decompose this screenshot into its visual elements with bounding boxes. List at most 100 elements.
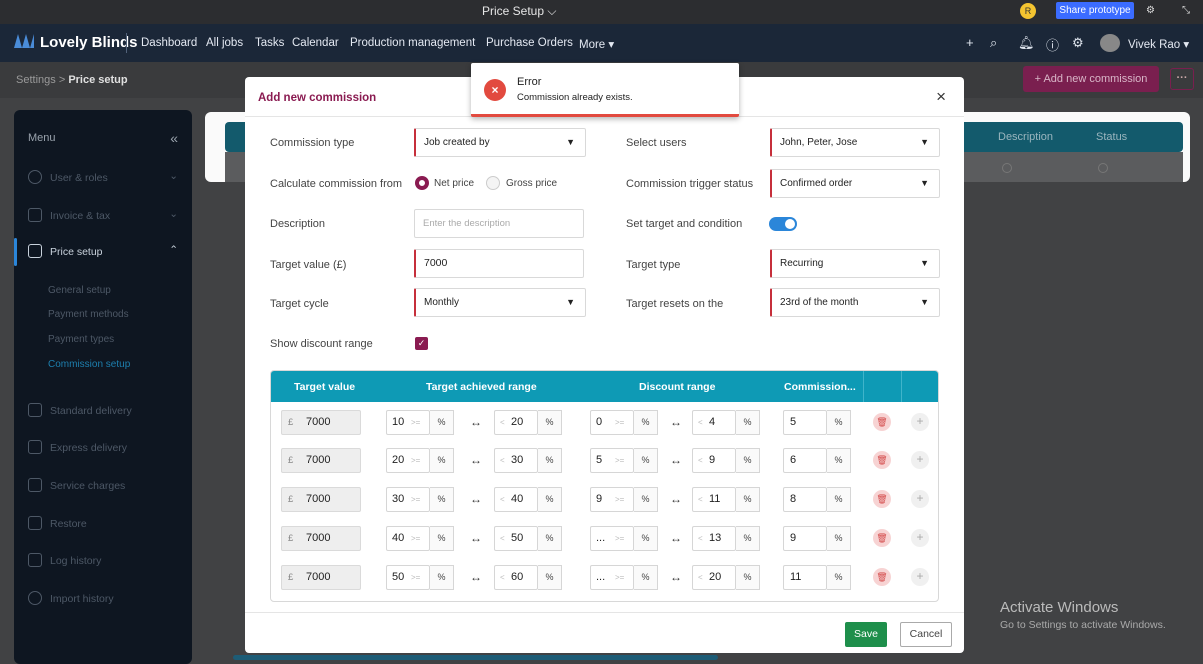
target-value-input[interactable]: 7000	[414, 249, 584, 278]
discount-from-input[interactable]: 5 >=	[590, 448, 634, 473]
search-icon[interactable]: ⌕	[990, 35, 997, 51]
gross-price-label[interactable]: Gross price	[506, 178, 557, 189]
share-prototype-button[interactable]: Share prototype	[1056, 2, 1134, 19]
achieved-from-input[interactable]: 20 >=	[386, 448, 430, 473]
discount-from-input[interactable]: 0 >=	[590, 410, 634, 435]
sidebar-item-user-roles[interactable]: User & roles ⌄	[14, 160, 192, 196]
add-new-commission-button[interactable]: + Add new commission	[1023, 66, 1159, 92]
add-row-icon[interactable]: +	[911, 413, 929, 431]
achieved-to-input[interactable]: <50	[494, 526, 538, 551]
discount-to-input[interactable]: <11	[692, 487, 736, 512]
trash-icon[interactable]: 🗑︎	[873, 568, 891, 586]
more-options-button[interactable]: ···	[1170, 68, 1194, 90]
discount-to-input[interactable]: <4	[692, 410, 736, 435]
discount-from-input[interactable]: 9 >=	[590, 487, 634, 512]
prototype-title[interactable]: Price Setup ⌵	[482, 4, 556, 19]
plus-icon[interactable]: +	[966, 35, 974, 50]
commission-input[interactable]: 8	[783, 487, 827, 512]
achieved-from-input[interactable]: 40 >=	[386, 526, 430, 551]
commission-input[interactable]: 6	[783, 448, 827, 473]
sidebar-sub-general-setup[interactable]: General setup	[48, 285, 111, 296]
sidebar-item-log-history[interactable]: Log history	[14, 543, 192, 579]
discount-to-input[interactable]: <13	[692, 526, 736, 551]
commission-input[interactable]: 9	[783, 526, 827, 551]
commission-input[interactable]: 11	[783, 565, 827, 590]
collapse-sidebar-icon[interactable]: «	[170, 130, 178, 146]
user-avatar[interactable]	[1100, 34, 1120, 52]
achieved-from-input[interactable]: 30 >=	[386, 487, 430, 512]
target-value-cell[interactable]: £7000	[281, 565, 361, 590]
achieved-to-input[interactable]: <20	[494, 410, 538, 435]
achieved-to-input[interactable]: <40	[494, 487, 538, 512]
achieved-from-input[interactable]: 10 >=	[386, 410, 430, 435]
add-row-icon[interactable]: +	[911, 568, 929, 586]
nav-tasks[interactable]: Tasks	[255, 37, 284, 49]
search-icon[interactable]	[1002, 163, 1012, 173]
sidebar-title: Menu	[28, 132, 56, 144]
discount-from-input[interactable]: ... >=	[590, 565, 634, 590]
save-button[interactable]: Save	[845, 622, 887, 647]
brand[interactable]: Lovely Blinds	[14, 34, 138, 51]
nav-dashboard[interactable]: Dashboard	[141, 37, 197, 49]
gross-price-radio[interactable]	[486, 176, 500, 190]
collaborator-avatar[interactable]: R	[1020, 3, 1036, 19]
sidebar-sub-commission-setup[interactable]: Commission setup	[48, 359, 130, 370]
description-input[interactable]: Enter the description	[414, 209, 584, 238]
bell-icon[interactable]: 🔔︎	[1018, 35, 1035, 51]
trigger-status-select[interactable]: Confirmed order ▼	[770, 169, 940, 198]
trash-icon[interactable]: 🗑︎	[873, 490, 891, 508]
target-cycle-select[interactable]: Monthly ▼	[414, 288, 586, 317]
close-icon[interactable]: ×	[936, 87, 946, 107]
add-row-icon[interactable]: +	[911, 529, 929, 547]
discount-to-input[interactable]: <20	[692, 565, 736, 590]
nav-more[interactable]: More ▾	[579, 37, 614, 51]
help-icon[interactable]: ⓘ	[1046, 35, 1059, 54]
user-menu[interactable]: Vivek Rao ▾	[1128, 37, 1189, 51]
sidebar-item-service-charges[interactable]: Service charges	[14, 468, 192, 504]
sidebar-item-invoice-tax[interactable]: Invoice & tax ⌄	[14, 198, 192, 234]
target-value-cell[interactable]: £7000	[281, 526, 361, 551]
sidebar-item-express-delivery[interactable]: Express delivery	[14, 430, 192, 466]
horizontal-scrollbar[interactable]	[233, 655, 718, 660]
trash-icon[interactable]: 🗑︎	[873, 529, 891, 547]
select-users-select[interactable]: John, Peter, Jose ▼	[770, 128, 940, 157]
sidebar-item-restore[interactable]: Restore	[14, 506, 192, 542]
add-row-icon[interactable]: +	[911, 490, 929, 508]
sidebar-item-standard-delivery[interactable]: Standard delivery	[14, 393, 192, 429]
target-value-cell[interactable]: £7000	[281, 448, 361, 473]
gear-icon[interactable]: ⚙	[1072, 35, 1084, 51]
target-value-cell[interactable]: £7000	[281, 410, 361, 435]
import-icon	[28, 591, 42, 605]
target-type-select[interactable]: Recurring ▼	[770, 249, 940, 278]
commission-input[interactable]: 5	[783, 410, 827, 435]
trash-icon[interactable]: 🗑︎	[873, 451, 891, 469]
net-price-radio[interactable]	[415, 176, 429, 190]
set-target-toggle[interactable]	[769, 217, 797, 231]
target-value-cell[interactable]: £7000	[281, 487, 361, 512]
nav-purchase-orders[interactable]: Purchase Orders	[486, 37, 573, 49]
show-discount-checkbox[interactable]: ✓	[415, 337, 428, 350]
sidebar-sub-payment-types[interactable]: Payment types	[48, 334, 114, 345]
nav-production-management[interactable]: Production management	[350, 37, 475, 49]
net-price-label[interactable]: Net price	[434, 178, 474, 189]
description-label: Description	[270, 218, 326, 230]
commission-type-select[interactable]: Job created by ▼	[414, 128, 586, 157]
achieved-to-input[interactable]: <60	[494, 565, 538, 590]
sidebar-item-import-history[interactable]: Import history	[14, 581, 192, 617]
breadcrumb-settings[interactable]: Settings	[16, 74, 56, 86]
add-row-icon[interactable]: +	[911, 451, 929, 469]
sidebar-item-price-setup[interactable]: Price setup ⌃	[14, 234, 192, 270]
nav-calendar[interactable]: Calendar	[292, 37, 339, 49]
settings-small-icon[interactable]: ⚙	[1146, 5, 1155, 16]
trash-icon[interactable]: 🗑︎	[873, 413, 891, 431]
achieved-to-input[interactable]: <30	[494, 448, 538, 473]
nav-all-jobs[interactable]: All jobs	[206, 37, 243, 49]
resets-on-select[interactable]: 23rd of the month ▼	[770, 288, 940, 317]
sidebar-sub-payment-methods[interactable]: Payment methods	[48, 309, 129, 320]
discount-from-input[interactable]: ... >=	[590, 526, 634, 551]
achieved-from-input[interactable]: 50 >=	[386, 565, 430, 590]
collapse-icon[interactable]: ⤡	[1182, 5, 1190, 16]
search-icon[interactable]	[1098, 163, 1108, 173]
cancel-button[interactable]: Cancel	[900, 622, 952, 647]
discount-to-input[interactable]: <9	[692, 448, 736, 473]
